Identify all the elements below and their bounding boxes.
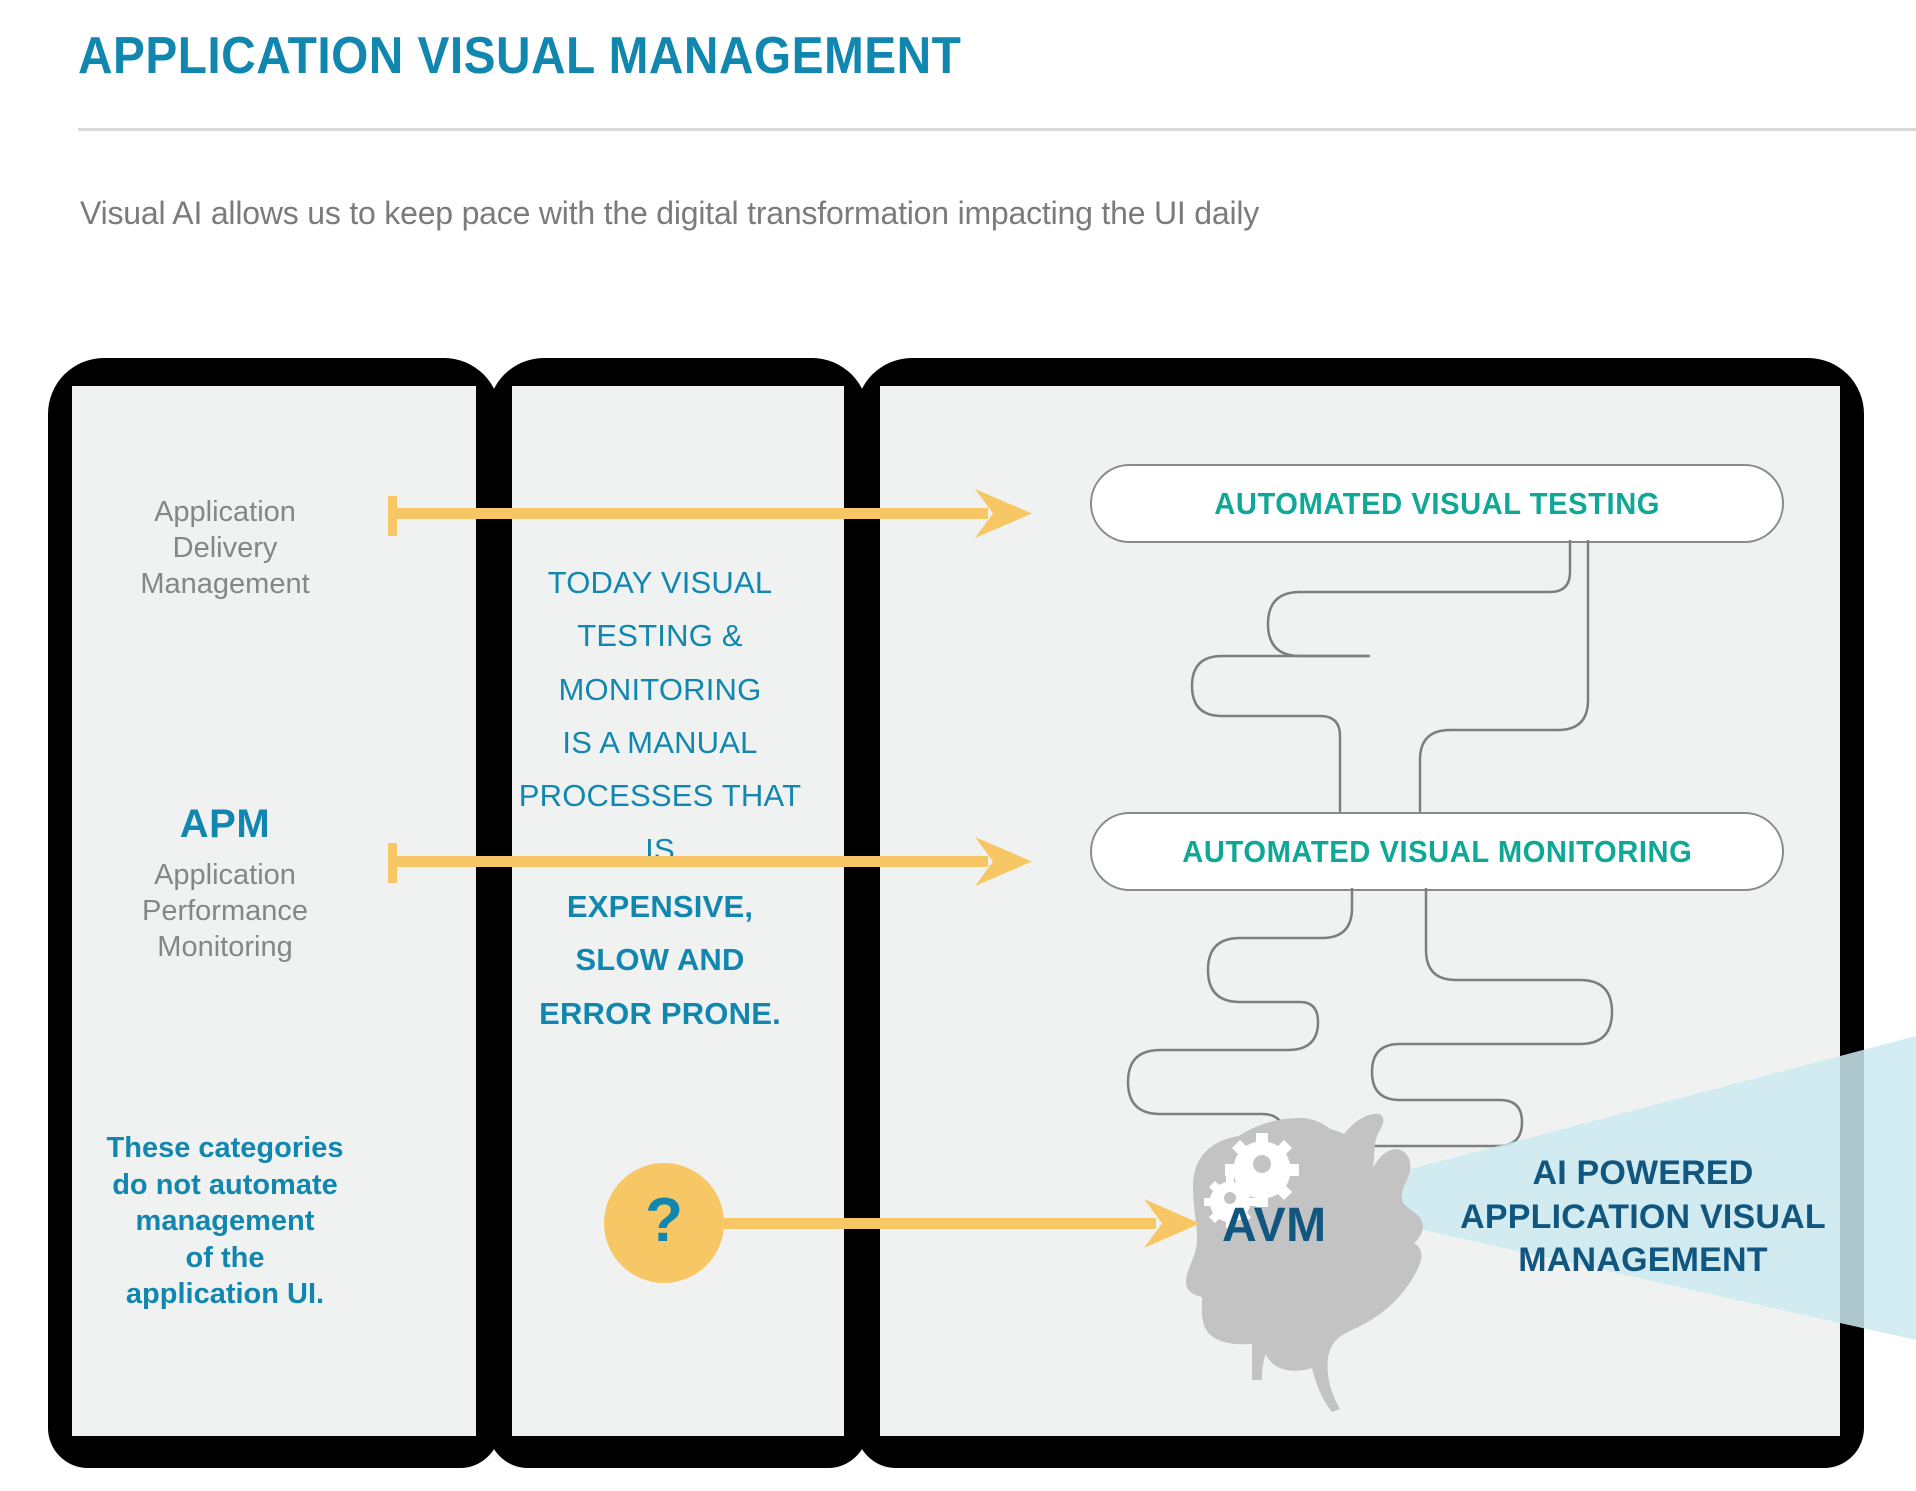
note-line-3: management bbox=[135, 1205, 315, 1238]
question-mark-icon: ? bbox=[645, 1186, 683, 1255]
spine-notch-left bbox=[484, 1464, 506, 1477]
note-line-1: These categories bbox=[106, 1132, 344, 1164]
pill-label-testing: AUTOMATED VISUAL TESTING bbox=[1214, 485, 1660, 521]
statement-line-1: TODAY VISUAL bbox=[547, 565, 773, 600]
apm-block: APM Application Performance Monitoring bbox=[80, 800, 370, 965]
beam-line-1: AI POWERED bbox=[1532, 1154, 1754, 1192]
beam-line-2: APPLICATION VISUAL bbox=[1460, 1197, 1826, 1236]
beam-line-3: MANAGEMENT bbox=[1518, 1241, 1768, 1280]
pain-points-statement: EXPENSIVE, SLOW AND ERROR PRONE. bbox=[500, 880, 820, 1040]
page-subtitle: Visual AI allows us to keep pace with th… bbox=[80, 195, 1260, 231]
statement-line-3: MONITORING bbox=[558, 671, 762, 707]
pill-automated-visual-testing[interactable]: AUTOMATED VISUAL TESTING bbox=[1090, 464, 1784, 543]
apm-line-2: Performance bbox=[141, 894, 308, 927]
pain-line-2: SLOW AND bbox=[575, 942, 745, 978]
pill-label-monitoring: AUTOMATED VISUAL MONITORING bbox=[1181, 833, 1693, 869]
page-title: APPLICATION VISUAL MANAGEMENT bbox=[78, 27, 962, 85]
pain-line-3: ERROR PRONE. bbox=[539, 995, 781, 1031]
today-visual-statement: TODAY VISUAL TESTING & MONITORING IS A M… bbox=[500, 556, 820, 876]
ai-powered-beam-text: AI POWERED APPLICATION VISUAL MANAGEMENT bbox=[1452, 1152, 1834, 1283]
adm-line-1: Application bbox=[154, 496, 296, 528]
pain-line-1: EXPENSIVE, bbox=[566, 889, 754, 924]
note-line-2: do not automate bbox=[112, 1168, 338, 1201]
apm-acronym: APM bbox=[179, 802, 271, 846]
spine-notch-right bbox=[852, 1464, 874, 1477]
apm-line-3: Monitoring bbox=[157, 930, 293, 963]
pill-automated-visual-monitoring[interactable]: AUTOMATED VISUAL MONITORING bbox=[1090, 812, 1784, 891]
question-mark-badge: ? bbox=[604, 1163, 724, 1283]
apm-line-1: Application bbox=[154, 858, 296, 891]
title-divider bbox=[78, 128, 1916, 131]
note-line-5: application UI. bbox=[125, 1278, 325, 1311]
categories-note-block: These categories do not automate managem… bbox=[70, 1130, 380, 1313]
statement-line-4: IS A MANUAL bbox=[562, 724, 758, 760]
adm-line-3: Management bbox=[140, 567, 310, 600]
adm-line-2: Delivery bbox=[172, 531, 278, 564]
adm-block: Application Delivery Management bbox=[80, 495, 370, 603]
avm-label: AVM bbox=[1222, 1199, 1327, 1252]
statement-line-2: TESTING & bbox=[577, 618, 743, 654]
statement-line-5: PROCESSES THAT IS bbox=[518, 778, 802, 867]
note-line-4: of the bbox=[185, 1241, 265, 1274]
